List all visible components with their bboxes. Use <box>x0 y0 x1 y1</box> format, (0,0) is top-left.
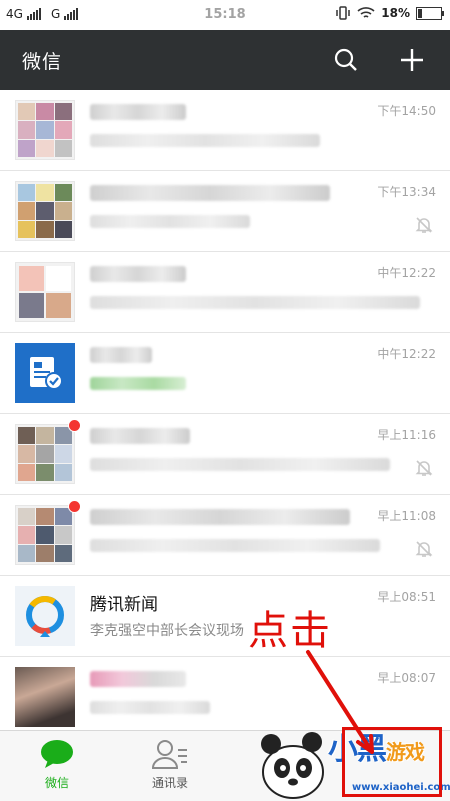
chat-snippet-blurred <box>90 296 420 313</box>
annotation-box <box>342 727 442 797</box>
chat-snippet-blurred <box>90 377 186 394</box>
chat-name-blurred <box>90 104 186 125</box>
group-avatar <box>15 262 75 322</box>
mute-bell-icon <box>415 217 433 233</box>
chat-time: 早上11:16 <box>377 428 436 442</box>
mute-bell-icon <box>415 460 433 476</box>
panda-logo-icon <box>261 732 324 799</box>
group-avatar <box>15 505 75 565</box>
chat-time: 中午12:22 <box>377 266 436 280</box>
chat-time: 中午12:22 <box>377 347 436 361</box>
annotation-text: 点击 <box>248 608 332 654</box>
unread-dot <box>68 500 81 513</box>
mute-bell-icon <box>415 541 433 557</box>
chat-row[interactable]: 早上11:16 <box>0 414 450 495</box>
contact-avatar <box>15 667 75 727</box>
chat-name: 腾讯新闻 <box>90 595 158 615</box>
tab-contacts[interactable]: 通讯录 <box>125 737 215 791</box>
chat-row[interactable]: 早上08:07 <box>0 657 450 730</box>
chat-row[interactable]: 下午14:50 <box>0 90 450 171</box>
chat-row[interactable]: 中午12:22 <box>0 333 450 414</box>
chat-snippet-blurred <box>90 539 380 556</box>
group-avatar <box>15 100 75 160</box>
chat-list: 下午14:50 下午13:34 中午12:22 中午12:22 早上11:16 … <box>0 90 450 730</box>
service-avatar <box>15 343 75 403</box>
news-logo-icon <box>26 596 64 637</box>
chat-snippet-blurred <box>90 215 250 232</box>
tab-label: 微信 <box>44 776 69 790</box>
chat-time: 下午14:50 <box>377 104 436 118</box>
chat-snippet-blurred <box>90 701 210 718</box>
chat-snippet-blurred <box>90 134 320 151</box>
chat-row[interactable]: 下午13:34 <box>0 171 450 252</box>
chat-name-blurred <box>90 185 330 206</box>
group-avatar <box>15 181 75 241</box>
chat-time: 早上08:07 <box>377 671 436 685</box>
vibrate-icon <box>336 6 351 20</box>
search-button[interactable] <box>328 42 364 78</box>
chat-name-blurred <box>90 428 190 449</box>
wifi-icon <box>357 7 375 18</box>
battery-icon <box>416 6 444 20</box>
document-check-icon <box>30 357 63 390</box>
chat-bubble-icon <box>41 740 73 768</box>
chat-name-blurred <box>90 509 350 530</box>
chat-row[interactable]: 早上11:08 <box>0 495 450 576</box>
chat-name-blurred <box>90 266 186 287</box>
chat-row[interactable]: 中午12:22 <box>0 252 450 333</box>
chat-snippet: 李克强空中部长会议现场 <box>90 623 244 639</box>
search-icon <box>334 48 357 71</box>
status-bar: 4G G 15:18 18% <box>0 0 450 30</box>
tab-label: 通讯录 <box>151 776 188 790</box>
app-bar: 微信 <box>0 30 450 90</box>
contacts-icon <box>151 740 187 769</box>
plus-icon <box>401 49 423 71</box>
page-title: 微信 <box>22 51 63 73</box>
chat-name-blurred <box>90 671 186 692</box>
unread-dot <box>68 419 81 432</box>
add-button[interactable] <box>394 42 430 78</box>
group-avatar <box>15 424 75 484</box>
tencent-news-avatar <box>15 586 75 646</box>
chat-snippet-blurred <box>90 458 390 475</box>
chat-row-tencent-news[interactable]: 腾讯新闻 李克强空中部长会议现场 早上08:51 <box>0 576 450 657</box>
battery-percent: 18% <box>381 6 410 20</box>
chat-time: 下午13:34 <box>377 185 436 199</box>
tab-chats[interactable]: 微信 <box>12 737 102 791</box>
chat-name-blurred <box>90 347 152 368</box>
chat-time: 早上11:08 <box>377 509 436 523</box>
chat-time: 早上08:51 <box>377 590 436 604</box>
